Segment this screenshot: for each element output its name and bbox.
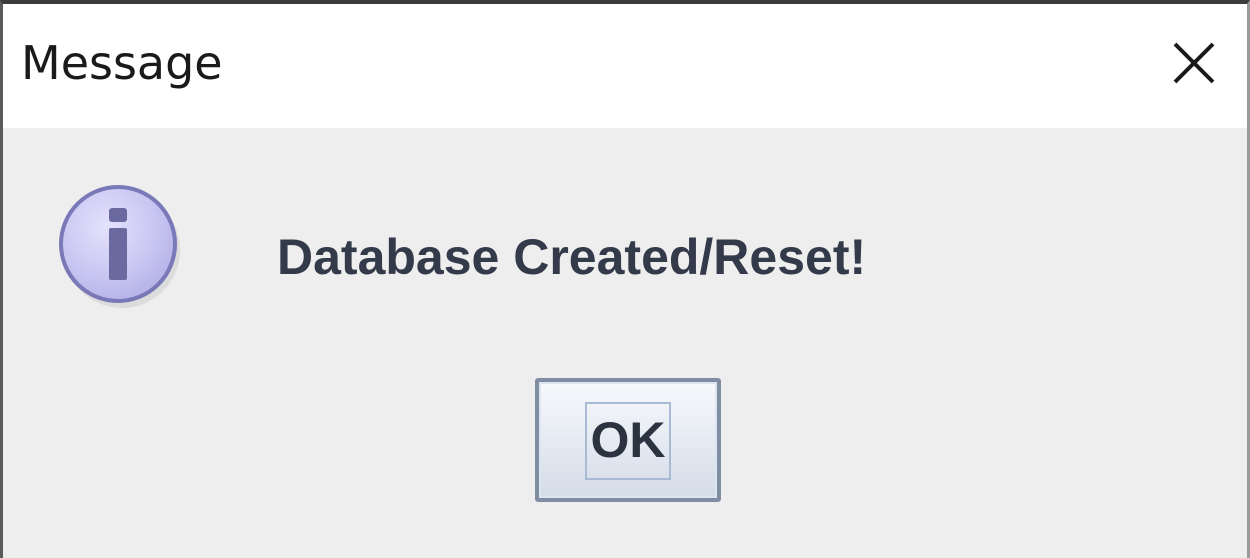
ok-button-label: OK bbox=[590, 412, 666, 468]
information-icon bbox=[55, 180, 185, 310]
window-title: Message bbox=[21, 36, 223, 90]
dialog-content: Database Created/Reset! OK bbox=[3, 128, 1247, 558]
close-button[interactable] bbox=[1161, 32, 1225, 96]
ok-button[interactable]: OK bbox=[535, 378, 721, 502]
message-dialog: Message Database Created/Reset! OK bbox=[0, 0, 1250, 558]
close-icon bbox=[1173, 42, 1215, 84]
title-bar[interactable]: Message bbox=[3, 4, 1247, 128]
message-text: Database Created/Reset! bbox=[277, 229, 867, 285]
